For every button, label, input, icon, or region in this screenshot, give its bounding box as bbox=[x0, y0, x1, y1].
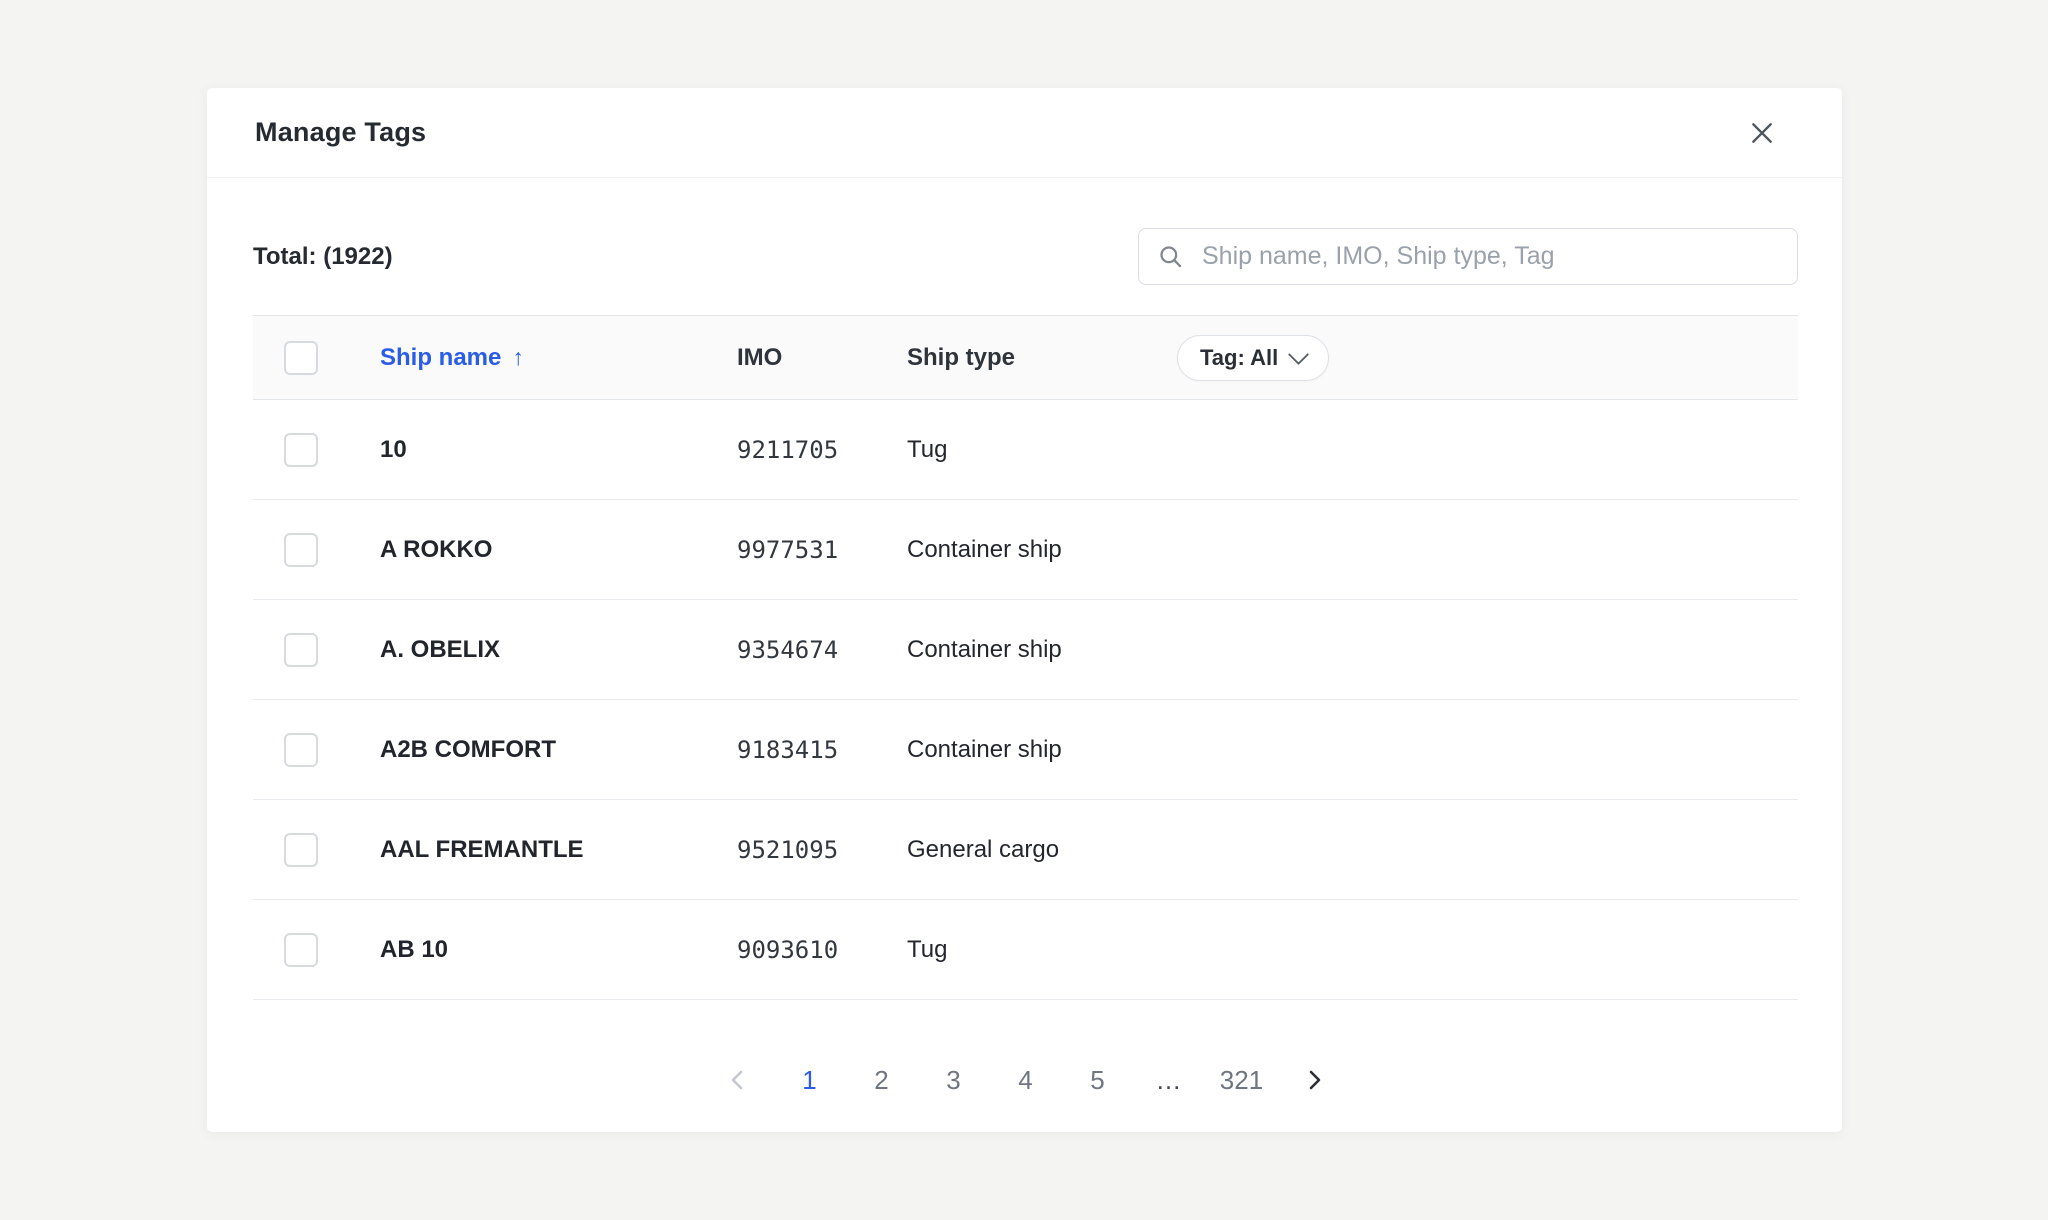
pagination-pages: 12345…321 bbox=[774, 1050, 1278, 1110]
row-checkbox[interactable] bbox=[284, 933, 318, 967]
row-select-cell bbox=[253, 633, 380, 667]
page-button-4[interactable]: 4 bbox=[990, 1050, 1062, 1110]
sort-ascending-icon: ↑ bbox=[512, 344, 524, 371]
row-checkbox[interactable] bbox=[284, 533, 318, 567]
table-row: A2B COMFORT 9183415 Container ship bbox=[253, 700, 1798, 800]
tag-filter-dropdown[interactable]: Tag: All bbox=[1177, 335, 1329, 381]
table-row: 10 9211705 Tug bbox=[253, 400, 1798, 500]
chevron-right-icon bbox=[1302, 1068, 1326, 1092]
page-button-321[interactable]: 321 bbox=[1206, 1050, 1278, 1110]
ship-name-cell: AB 10 bbox=[380, 936, 737, 964]
page-button-2[interactable]: 2 bbox=[846, 1050, 918, 1110]
imo-column-header: IMO bbox=[737, 344, 907, 372]
ship-name-cell: A. OBELIX bbox=[380, 636, 737, 664]
modal-content: Total: (1922) Ship name ↑ IMO Ship type bbox=[207, 178, 1842, 1132]
table-row: AB 10 9093610 Tug bbox=[253, 900, 1798, 1000]
ship-type-cell: Container ship bbox=[907, 636, 1177, 664]
close-icon bbox=[1749, 120, 1775, 146]
modal-title: Manage Tags bbox=[255, 117, 426, 148]
pagination: 12345…321 bbox=[253, 1050, 1798, 1110]
table-header-row: Ship name ↑ IMO Ship type Tag: All bbox=[253, 315, 1798, 400]
row-checkbox[interactable] bbox=[284, 733, 318, 767]
ships-table: Ship name ↑ IMO Ship type Tag: All 10 92… bbox=[253, 315, 1798, 1000]
imo-cell: 9977531 bbox=[737, 536, 907, 564]
imo-cell: 9521095 bbox=[737, 836, 907, 864]
search-icon bbox=[1157, 243, 1200, 270]
ship-name-cell: A2B COMFORT bbox=[380, 736, 737, 764]
manage-tags-modal: Manage Tags Total: (1922) Ship bbox=[207, 88, 1842, 1132]
row-checkbox[interactable] bbox=[284, 433, 318, 467]
table-body: 10 9211705 Tug A ROKKO 9977531 Container… bbox=[253, 400, 1798, 1000]
row-checkbox[interactable] bbox=[284, 633, 318, 667]
imo-cell: 9354674 bbox=[737, 636, 907, 664]
imo-cell: 9183415 bbox=[737, 736, 907, 764]
ship-type-cell: General cargo bbox=[907, 836, 1177, 864]
ship-type-cell: Tug bbox=[907, 436, 1177, 464]
imo-cell: 9093610 bbox=[737, 936, 907, 964]
page-button-5[interactable]: 5 bbox=[1062, 1050, 1134, 1110]
row-select-cell bbox=[253, 933, 380, 967]
ship-type-cell: Container ship bbox=[907, 736, 1177, 764]
row-select-cell bbox=[253, 733, 380, 767]
ship-name-column-header[interactable]: Ship name ↑ bbox=[380, 344, 737, 372]
chevron-down-icon bbox=[1288, 344, 1309, 365]
close-button[interactable] bbox=[1740, 111, 1784, 155]
search-input[interactable] bbox=[1200, 241, 1779, 272]
ship-name-cell: AAL FREMANTLE bbox=[380, 836, 737, 864]
ship-type-cell: Container ship bbox=[907, 536, 1177, 564]
search-box[interactable] bbox=[1138, 228, 1798, 285]
ship-name-cell: A ROKKO bbox=[380, 536, 737, 564]
table-row: A ROKKO 9977531 Container ship bbox=[253, 500, 1798, 600]
pagination-ellipsis: … bbox=[1134, 1050, 1206, 1110]
chevron-left-icon bbox=[726, 1068, 750, 1092]
table-row: A. OBELIX 9354674 Container ship bbox=[253, 600, 1798, 700]
next-page-button[interactable] bbox=[1278, 1050, 1350, 1110]
page-button-3[interactable]: 3 bbox=[918, 1050, 990, 1110]
ship-name-cell: 10 bbox=[380, 436, 737, 464]
row-select-cell bbox=[253, 533, 380, 567]
ship-type-cell: Tug bbox=[907, 936, 1177, 964]
ship-type-column-header: Ship type bbox=[907, 344, 1177, 372]
page-button-1[interactable]: 1 bbox=[774, 1050, 846, 1110]
tag-filter-label: Tag: All bbox=[1200, 345, 1278, 371]
imo-cell: 9211705 bbox=[737, 436, 907, 464]
row-select-cell bbox=[253, 833, 380, 867]
row-select-cell bbox=[253, 433, 380, 467]
row-checkbox[interactable] bbox=[284, 833, 318, 867]
previous-page-button[interactable] bbox=[702, 1050, 774, 1110]
toolbar: Total: (1922) bbox=[253, 228, 1798, 285]
ship-name-column-label: Ship name bbox=[380, 344, 501, 372]
table-row: AAL FREMANTLE 9521095 General cargo bbox=[253, 800, 1798, 900]
select-all-checkbox[interactable] bbox=[284, 341, 318, 375]
total-count-label: Total: (1922) bbox=[253, 243, 393, 271]
modal-header: Manage Tags bbox=[207, 88, 1842, 178]
select-all-cell bbox=[253, 341, 380, 375]
